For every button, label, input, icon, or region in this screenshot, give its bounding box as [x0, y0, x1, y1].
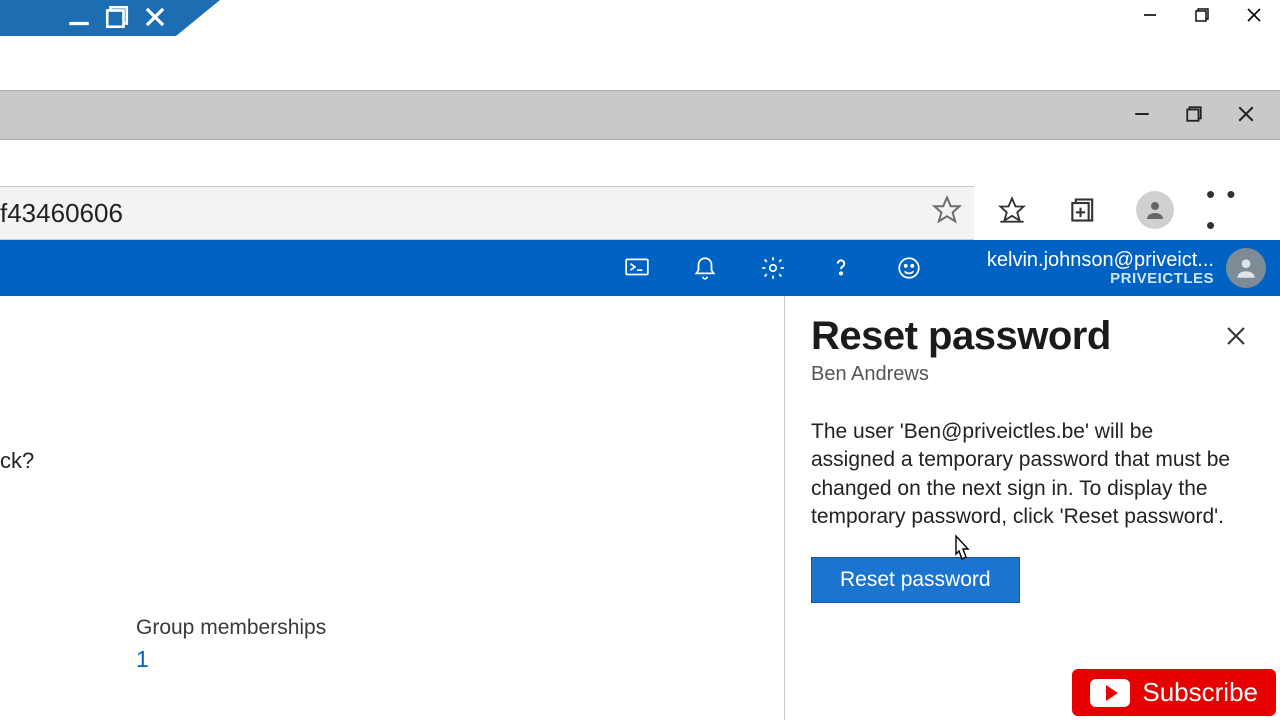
tab-minimize-icon[interactable] — [66, 6, 92, 28]
cloud-shell-icon[interactable] — [620, 251, 654, 285]
address-bar-text: f43460606 — [0, 198, 123, 229]
tab-close-icon[interactable] — [142, 6, 168, 28]
favorites-list-icon[interactable] — [992, 190, 1032, 230]
inner-minimize-button[interactable] — [1116, 92, 1168, 136]
panel-title: Reset password — [811, 314, 1254, 359]
settings-gear-icon[interactable] — [756, 251, 790, 285]
browser-chrome-strip — [0, 90, 1280, 140]
user-email: kelvin.johnson@priveict... — [987, 249, 1214, 271]
os-titlebar — [0, 0, 1280, 40]
collections-icon[interactable] — [1064, 190, 1104, 230]
tab-restore-icon[interactable] — [104, 6, 130, 28]
youtube-play-icon — [1090, 679, 1130, 707]
feedback-smile-icon[interactable] — [892, 251, 926, 285]
panel-description: The user 'Ben@priveictles.be' will be as… — [811, 418, 1241, 531]
panel-subtitle: Ben Andrews — [811, 363, 1254, 386]
azure-header: kelvin.johnson@priveict... PRIVEICTLES — [0, 240, 1280, 296]
subscribe-button[interactable]: Subscribe — [1072, 669, 1276, 716]
azure-header-icons — [620, 251, 926, 285]
favorite-star-icon[interactable] — [932, 195, 962, 232]
titlebar-spacer — [0, 40, 1280, 90]
reset-password-panel: Reset password Ben Andrews The user 'Ben… — [784, 296, 1280, 720]
subscribe-label: Subscribe — [1142, 677, 1258, 708]
group-memberships-count[interactable]: 1 — [136, 646, 326, 673]
more-menu-icon[interactable]: • • • — [1206, 190, 1246, 230]
outer-minimize-button[interactable] — [1124, 0, 1176, 30]
inner-close-button[interactable] — [1220, 92, 1272, 136]
group-memberships-label: Group memberships — [136, 616, 326, 640]
azure-user-block[interactable]: kelvin.johnson@priveict... PRIVEICTLES — [987, 248, 1266, 288]
outer-close-button[interactable] — [1228, 0, 1280, 30]
address-bar[interactable]: f43460606 — [0, 186, 974, 240]
window-controls-inner — [1116, 92, 1272, 136]
user-avatar-icon[interactable] — [1226, 248, 1266, 288]
browser-toolbar-icons: • • • — [992, 190, 1246, 230]
group-memberships-block: Group memberships 1 — [136, 616, 326, 673]
notifications-icon[interactable] — [688, 251, 722, 285]
truncated-text: ck? — [0, 448, 34, 474]
outer-restore-button[interactable] — [1176, 0, 1228, 30]
help-icon[interactable] — [824, 251, 858, 285]
reset-password-button[interactable]: Reset password — [811, 557, 1020, 603]
panel-close-icon[interactable] — [1220, 320, 1252, 352]
inner-restore-button[interactable] — [1168, 92, 1220, 136]
user-org: PRIVEICTLES — [987, 271, 1214, 288]
profile-avatar-icon[interactable] — [1136, 191, 1174, 229]
window-controls-outer — [1124, 0, 1280, 30]
